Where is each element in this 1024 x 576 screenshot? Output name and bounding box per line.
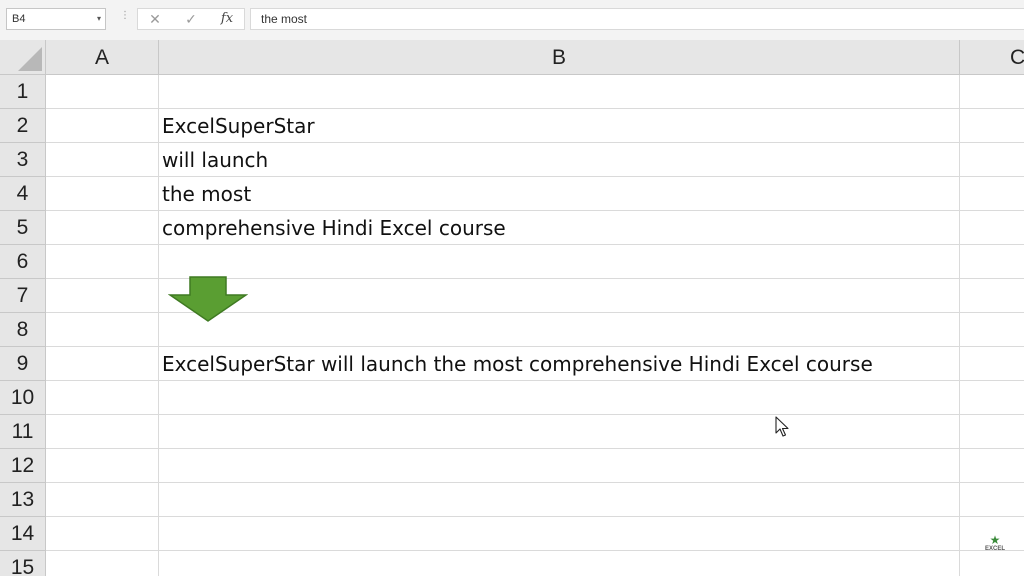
row-header-14[interactable]: 14 — [0, 517, 46, 551]
excel-window: B4 ▾ ⋮ ✕ ✓ fx the most A B C 1 2 3 4 5 6… — [0, 0, 1024, 576]
row-header-7[interactable]: 7 — [0, 279, 46, 313]
column-header-c[interactable]: C — [960, 40, 1024, 75]
row-header-13[interactable]: 13 — [0, 483, 46, 517]
row-header-5[interactable]: 5 — [0, 211, 46, 245]
select-all-triangle-icon — [18, 47, 42, 71]
row-header-12[interactable]: 12 — [0, 449, 46, 483]
row-header-1[interactable]: 1 — [0, 75, 46, 109]
down-arrow-icon[interactable] — [168, 276, 248, 322]
column-header-a[interactable]: A — [46, 40, 159, 75]
row-header-10[interactable]: 10 — [0, 381, 46, 415]
cancel-icon[interactable]: ✕ — [144, 9, 166, 29]
gridline — [959, 75, 960, 576]
cell-b2[interactable]: ExcelSuperStar — [162, 109, 315, 143]
gridline — [46, 414, 1024, 415]
formula-bar-buttons: ✕ ✓ fx — [137, 8, 245, 30]
row-header-8[interactable]: 8 — [0, 313, 46, 347]
gridline — [158, 75, 159, 576]
enter-icon[interactable]: ✓ — [180, 9, 202, 29]
formula-bar-grip-icon[interactable]: ⋮ — [120, 11, 130, 26]
mouse-pointer-icon — [775, 416, 789, 437]
name-box-value: B4 — [12, 13, 26, 25]
logo-text: EXCEL — [984, 546, 1005, 552]
cell-b5[interactable]: comprehensive Hindi Excel course — [162, 211, 506, 245]
column-header-b[interactable]: B — [159, 40, 960, 75]
formula-bar: B4 ▾ ⋮ ✕ ✓ fx the most — [0, 0, 1024, 41]
cell-b3[interactable]: will launch — [162, 143, 268, 177]
gridline — [46, 550, 1024, 551]
name-box-dropdown-icon[interactable]: ▾ — [97, 9, 101, 29]
spreadsheet-grid: A B C 1 2 3 4 5 6 7 8 9 10 11 12 13 14 1… — [0, 40, 1024, 576]
row-header-3[interactable]: 3 — [0, 143, 46, 177]
gridline — [46, 516, 1024, 517]
formula-input[interactable]: the most — [250, 8, 1024, 30]
excel-superstar-logo: ★ EXCEL — [980, 534, 1010, 562]
star-icon: ★ — [989, 533, 1001, 547]
row-header-6[interactable]: 6 — [0, 245, 46, 279]
gridline — [46, 482, 1024, 483]
row-header-9[interactable]: 9 — [0, 347, 46, 381]
name-box[interactable]: B4 ▾ — [6, 8, 106, 30]
gridline — [46, 448, 1024, 449]
select-all-button[interactable] — [0, 40, 46, 75]
row-header-4[interactable]: 4 — [0, 177, 46, 211]
cell-b4[interactable]: the most — [162, 177, 251, 211]
cell-b9[interactable]: ExcelSuperStar will launch the most comp… — [162, 347, 873, 381]
row-header-11[interactable]: 11 — [0, 415, 46, 449]
insert-function-icon[interactable]: fx — [216, 9, 238, 29]
row-header-15[interactable]: 15 — [0, 551, 46, 576]
row-header-2[interactable]: 2 — [0, 109, 46, 143]
